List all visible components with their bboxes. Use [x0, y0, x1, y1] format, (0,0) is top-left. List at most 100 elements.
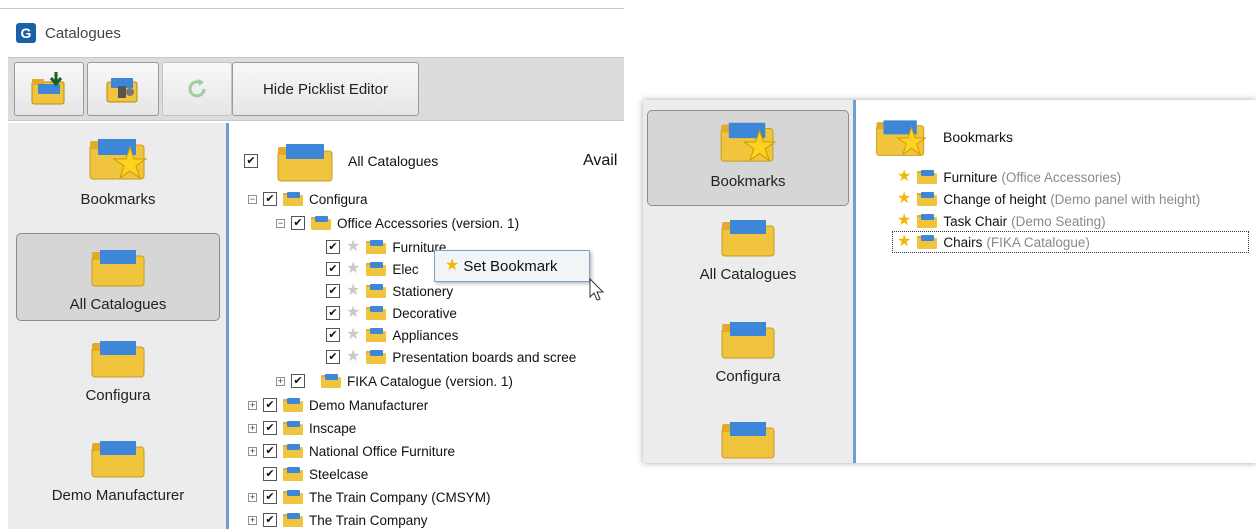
tree-row-steelcase[interactable]: ✔ Steelcase [263, 464, 368, 484]
app-logo-icon: G [16, 23, 36, 43]
window-title: Catalogues [45, 24, 121, 42]
bookmark-row-task-chair[interactable]: ★ Task Chair (Demo Seating) [897, 211, 1106, 231]
bookmark-star-icon[interactable]: ★ [897, 213, 911, 229]
sidebar-splitter[interactable] [853, 100, 856, 463]
checkbox[interactable]: ✔ [326, 284, 340, 298]
folder-icon [283, 444, 303, 458]
hide-picklist-editor-button[interactable]: Hide Picklist Editor [232, 62, 419, 116]
bookmark-star-icon[interactable]: ★ [346, 305, 360, 321]
tree-node-label: Steelcase [309, 466, 369, 482]
folder-icon [917, 192, 938, 206]
tree-row-national-office-furniture[interactable]: + ✔ National Office Furniture [248, 441, 455, 461]
folder-icon [311, 216, 331, 230]
folder-icon [366, 262, 387, 276]
tree-row-train-company[interactable]: + ✔ The Train Company [248, 510, 428, 529]
bookmark-row-chairs[interactable]: ★ Chairs (FIKA Catalogue) [892, 231, 1249, 253]
bookmark-name: Chairs [943, 234, 983, 250]
checkbox[interactable]: ✔ [326, 350, 340, 364]
sidebar-item-demo-manufacturer[interactable]: Demo Manufacturer [16, 437, 220, 525]
sidebar-item-bookmarks[interactable]: Bookmarks [16, 133, 220, 225]
tree-row-electronics[interactable]: ✔ ★ Elec [326, 259, 419, 279]
checkbox[interactable]: ✔ [263, 467, 277, 481]
tree-row-office-accessories[interactable]: − ✔ Office Accessories (version. 1) [276, 213, 519, 233]
checkbox[interactable]: ✔ [244, 154, 258, 168]
available-header: Avail [583, 152, 618, 169]
context-menu: ★ Set Bookmark [434, 250, 590, 282]
bookmark-source: (Office Accessories) [1001, 169, 1122, 185]
tree-root-label: All Catalogues [348, 153, 439, 169]
expand-toggle[interactable]: + [248, 400, 257, 410]
tree-row-presentation-boards[interactable]: ✔ ★ Presentation boards and scree [326, 347, 576, 367]
tree-row-configura[interactable]: − ✔ Configura [248, 189, 368, 209]
catalogue-sidebar: Bookmarks All Catalogues Configura [8, 123, 226, 529]
set-bookmark-menu-item[interactable]: Set Bookmark [463, 258, 557, 275]
bookmark-star-icon[interactable]: ★ [897, 191, 911, 207]
folder-icon [321, 374, 341, 388]
tree-node-label: Decorative [392, 305, 457, 321]
folder-icon [283, 490, 303, 504]
sidebar-item-all-catalogues[interactable]: All Catalogues [16, 233, 220, 321]
sidebar-item-more[interactable] [647, 418, 849, 463]
sidebar-item-configura[interactable]: Configura [647, 318, 849, 408]
tree-row-bookmarks-root[interactable]: Bookmarks [873, 114, 1013, 160]
checkbox[interactable]: ✔ [263, 490, 277, 504]
checkbox[interactable]: ✔ [263, 421, 277, 435]
tree-node-label: Configura [309, 191, 368, 207]
bookmark-star-icon[interactable]: ★ [346, 349, 360, 365]
folder-icon [366, 284, 387, 298]
checkbox[interactable]: ✔ [263, 192, 277, 206]
expand-toggle[interactable]: + [248, 446, 257, 456]
sidebar-item-label: Configura [85, 387, 151, 404]
bookmark-star-icon[interactable]: ★ [346, 239, 360, 255]
sidebar-splitter[interactable] [226, 123, 229, 529]
sidebar-item-configura[interactable]: Configura [16, 337, 220, 423]
tree-row-root[interactable]: ✔ All Catalogues [244, 138, 438, 184]
folder-icon [721, 322, 775, 359]
expand-toggle[interactable]: + [248, 515, 257, 525]
collapse-toggle[interactable]: − [248, 194, 257, 204]
catalogues-window: G Catalogues Hide Picklist Editor Bookma… [0, 0, 628, 529]
import-catalogue-button[interactable] [14, 62, 84, 116]
folder-icon [91, 341, 145, 378]
folder-icon [283, 398, 303, 412]
bookmark-star-icon[interactable]: ★ [897, 169, 911, 185]
bookmark-row-furniture[interactable]: ★ Furniture (Office Accessories) [897, 167, 1121, 187]
checkbox[interactable]: ✔ [326, 328, 340, 342]
checkbox[interactable]: ✔ [291, 374, 305, 388]
tree-row-appliances[interactable]: ✔ ★ Appliances [326, 325, 458, 345]
checkbox[interactable]: ✔ [263, 398, 277, 412]
checkbox[interactable]: ✔ [326, 262, 340, 276]
catalogue-tools-button[interactable] [87, 62, 159, 116]
bookmark-row-change-of-height[interactable]: ★ Change of height (Demo panel with heig… [897, 189, 1200, 209]
checkbox[interactable]: ✔ [326, 240, 340, 254]
checkbox[interactable]: ✔ [263, 513, 277, 527]
expand-toggle[interactable]: + [248, 492, 257, 502]
bookmark-star-icon[interactable]: ★ [346, 283, 360, 299]
refresh-button[interactable] [162, 62, 232, 116]
folder-icon [917, 235, 938, 249]
tree-row-demo-manufacturer[interactable]: + ✔ Demo Manufacturer [248, 395, 428, 415]
tree-node-label: The Train Company (CMSYM) [309, 489, 491, 505]
checkbox[interactable]: ✔ [326, 306, 340, 320]
tree-row-stationery[interactable]: ✔ ★ Stationery [326, 281, 453, 301]
bookmark-star-icon[interactable]: ★ [346, 327, 360, 343]
sidebar-item-all-catalogues[interactable]: All Catalogues [647, 216, 849, 306]
sidebar-item-bookmarks[interactable]: Bookmarks [647, 110, 849, 206]
tree-row-decorative[interactable]: ✔ ★ Decorative [326, 303, 457, 323]
sidebar-item-label: All Catalogues [699, 266, 797, 283]
tree-row-fika-catalogue[interactable]: + ✔ FIKA Catalogue (version. 1) [276, 371, 513, 391]
checkbox[interactable]: ✔ [263, 444, 277, 458]
tree-row-furniture[interactable]: ✔ ★ Furniture [326, 237, 446, 257]
expand-toggle[interactable]: + [248, 423, 257, 433]
folder-icon [721, 422, 775, 459]
folder-download-icon [31, 72, 65, 105]
bookmark-star-icon[interactable]: ★ [346, 261, 360, 277]
folder-icon [283, 421, 303, 435]
bookmarks-folder-icon [720, 122, 777, 162]
collapse-toggle[interactable]: − [276, 218, 285, 228]
tree-row-inscape[interactable]: + ✔ Inscape [248, 418, 356, 438]
tree-row-train-company-cmsym[interactable]: + ✔ The Train Company (CMSYM) [248, 487, 491, 507]
expand-toggle[interactable]: + [276, 376, 285, 386]
bookmark-star-icon[interactable]: ★ [897, 234, 911, 250]
checkbox[interactable]: ✔ [291, 216, 305, 230]
